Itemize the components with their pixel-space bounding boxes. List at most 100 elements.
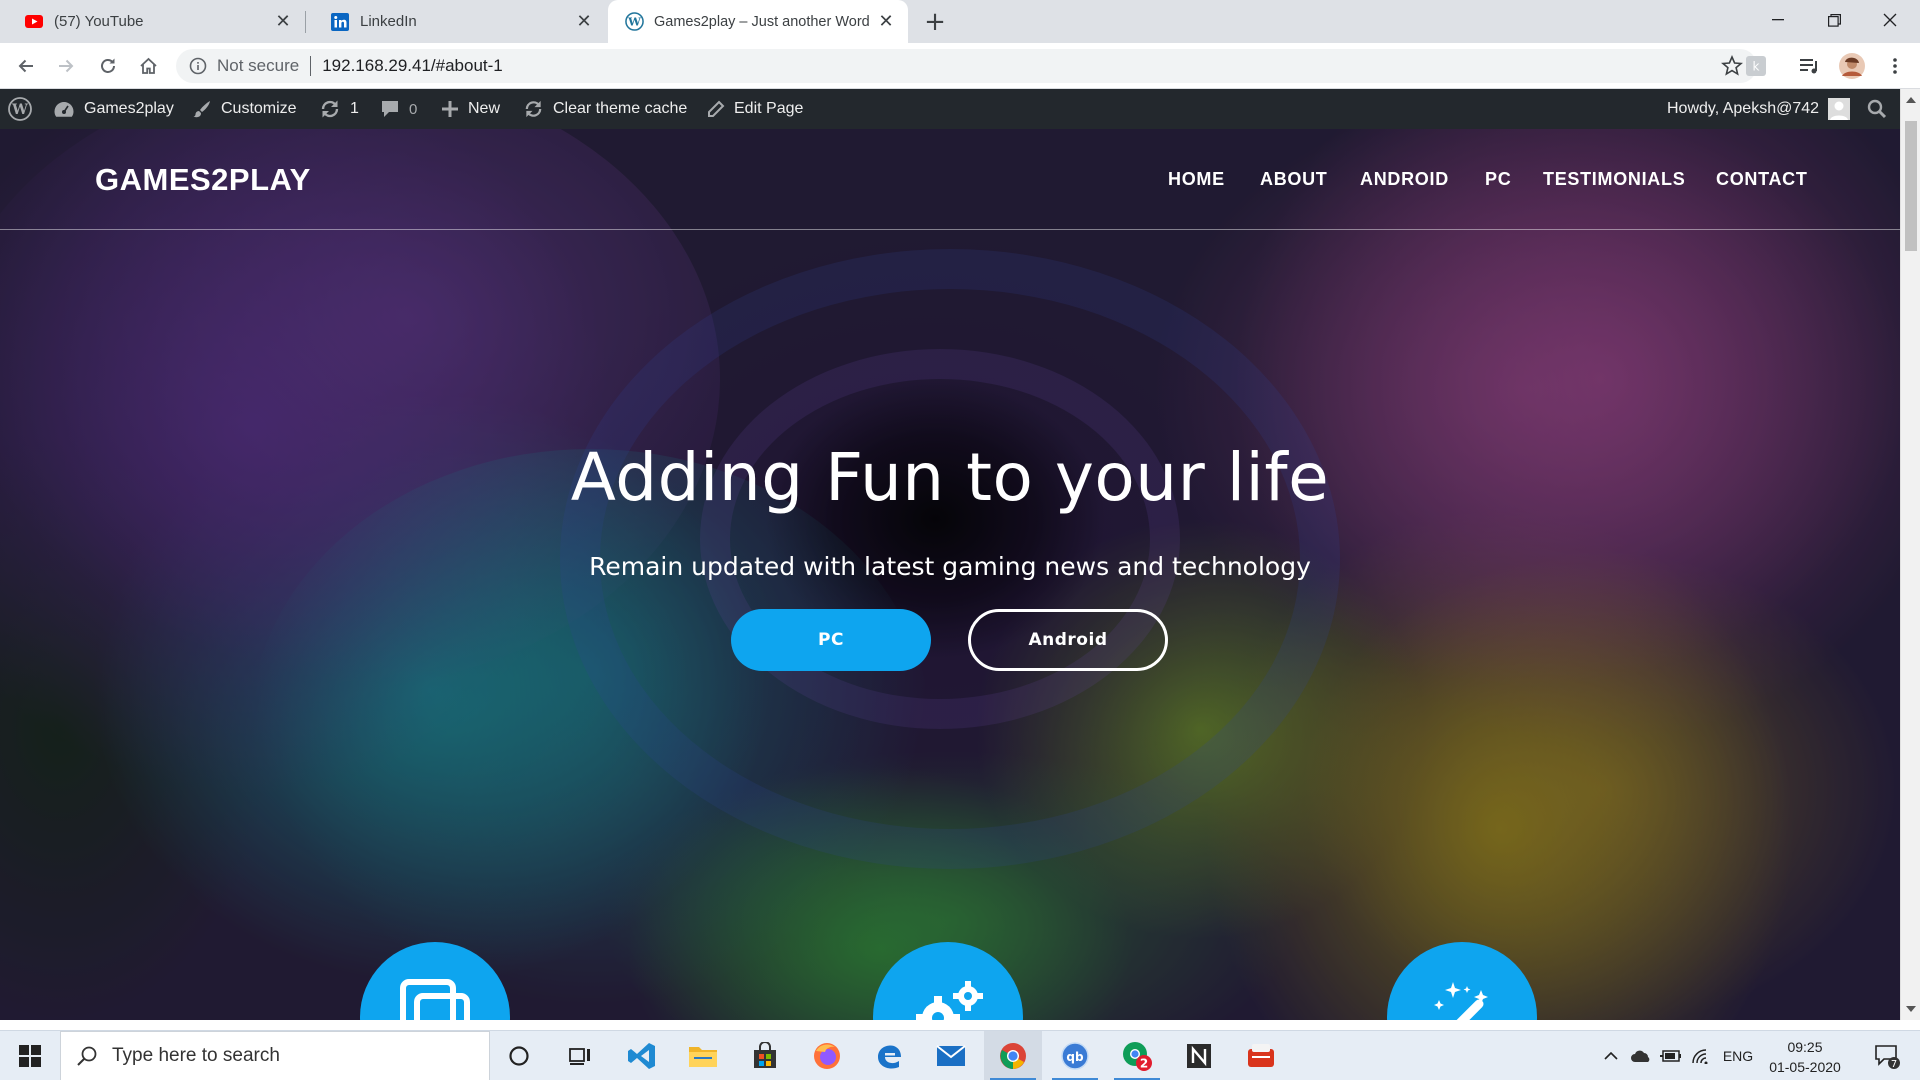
page-scrollbar[interactable] [1900,89,1920,1020]
svg-text:k: k [1753,60,1760,74]
media-queue-icon[interactable] [1797,53,1823,79]
store-icon[interactable] [736,1031,794,1080]
adminbar-account[interactable]: Howdy, Apeksh@742 [1667,89,1851,129]
gears-icon [908,978,988,1020]
edge-icon[interactable] [860,1031,918,1080]
minimize-button[interactable] [1750,0,1806,40]
notepad-icon[interactable] [1170,1031,1228,1080]
magic-wand-icon [1427,978,1497,1020]
address-bar[interactable]: Not secure 192.168.29.41/#about-1 [176,49,1757,83]
taskbar-clock[interactable]: 09:25 01-05-2020 [1760,1037,1850,1077]
adminbar-clear-cache[interactable]: Clear theme cache [523,89,687,129]
svg-text:W: W [11,102,28,118]
file-explorer-icon[interactable] [674,1031,732,1080]
app-icon[interactable] [1232,1031,1290,1080]
cortana-icon[interactable] [490,1031,548,1080]
clock-date: 01-05-2020 [1769,1059,1841,1075]
tab-title: LinkedIn [360,13,417,30]
petal-shape [700,349,1180,729]
bookmark-star-icon[interactable] [1721,54,1743,77]
mail-icon[interactable] [922,1031,980,1080]
scroll-down-arrow[interactable] [1906,1006,1916,1012]
plus-icon [441,100,459,118]
restore-button[interactable] [1806,0,1862,40]
search-icon [76,1045,98,1067]
forward-button[interactable] [50,50,82,82]
adminbar-site-name[interactable]: Games2play [53,89,174,129]
updates-count: 1 [350,100,359,117]
home-button[interactable] [132,50,164,82]
windows-logo-icon [19,1045,41,1067]
nav-pc[interactable]: PC [1485,169,1511,190]
tab-title: (57) YouTube [54,13,144,30]
vscode-icon[interactable] [613,1031,671,1080]
info-icon[interactable] [189,57,207,75]
adminbar-comments[interactable]: 0 [380,89,417,129]
browser-toolbar: Not secure 192.168.29.41/#about-1 k [0,43,1920,89]
feature-settings-circle[interactable] [873,942,1023,1020]
chrome-icon[interactable] [984,1031,1042,1080]
paintbrush-icon [192,99,212,119]
close-tab-icon[interactable]: ✕ [872,8,900,36]
back-button[interactable] [10,50,42,82]
firefox-icon[interactable] [798,1031,856,1080]
adminbar-new[interactable]: New [441,89,500,129]
wordpress-icon: W [624,12,644,32]
adminbar-updates[interactable]: 1 [319,89,359,129]
chrome-badge-icon[interactable]: 2 [1108,1031,1166,1080]
close-window-button[interactable] [1862,0,1918,40]
petal-shape [250,449,930,1009]
nav-home[interactable]: HOME [1168,169,1225,190]
search-placeholder: Type here to search [112,1045,280,1066]
taskbar-search[interactable]: Type here to search [60,1031,490,1080]
site-brand[interactable]: GAMES2PLAY [95,162,311,198]
url-text[interactable]: 192.168.29.41/#about-1 [322,56,503,76]
wifi-icon[interactable] [1686,1031,1716,1080]
page-viewport: W Games2play Customize 1 0 New Clear the… [0,89,1920,1020]
page-bottom-edge [0,1020,1920,1030]
android-button[interactable]: Android [968,609,1168,671]
scroll-up-arrow[interactable] [1906,97,1916,103]
svg-text:W: W [627,14,641,28]
hero-title: Adding Fun to your life [570,439,1330,516]
notification-count: 7 [1891,1059,1897,1069]
adminbar-edit-page[interactable]: Edit Page [706,89,803,129]
notification-center-icon[interactable]: 7 [1862,1031,1912,1080]
tab-games2play[interactable]: W Games2play – Just another Word ✕ [608,0,908,43]
site-header: GAMES2PLAY HOME ABOUT ANDROID PC TESTIMO… [0,129,1900,230]
battery-icon[interactable] [1656,1031,1686,1080]
nav-testimonials[interactable]: TESTIMONIALS [1543,169,1685,190]
close-tab-icon[interactable]: ✕ [570,8,598,36]
tab-youtube[interactable]: (57) YouTube ✕ [0,0,305,43]
petal-shape [1300,549,1900,1020]
onedrive-icon[interactable] [1626,1031,1656,1080]
adminbar-search-icon[interactable] [1867,89,1887,129]
feature-magic-circle[interactable] [1387,942,1537,1020]
extension-icon[interactable]: k [1743,53,1769,79]
adminbar-new-label: New [468,100,501,117]
feature-copy-circle[interactable] [360,942,510,1020]
profile-avatar[interactable] [1839,53,1865,79]
adminbar-site-label: Games2play [84,100,174,117]
dashboard-icon [53,100,75,118]
tab-title: Games2play – Just another Word [654,13,870,30]
language-indicator[interactable]: ENG [1716,1031,1760,1080]
adminbar-customize[interactable]: Customize [192,89,297,129]
tab-linkedin[interactable]: LinkedIn ✕ [306,0,606,43]
nav-android[interactable]: ANDROID [1360,169,1449,190]
scrollbar-thumb[interactable] [1905,121,1917,251]
new-tab-button[interactable]: + [920,7,950,37]
reload-button[interactable] [92,50,124,82]
wordpress-logo-icon[interactable]: W [8,89,32,129]
nav-contact[interactable]: CONTACT [1716,169,1808,190]
close-tab-icon[interactable]: ✕ [269,8,297,36]
qbittorrent-icon[interactable]: qb [1046,1031,1104,1080]
menu-kebab-icon[interactable] [1882,53,1908,79]
show-hidden-icons-chevron-icon[interactable] [1596,1031,1626,1080]
start-button[interactable] [0,1031,60,1080]
nav-about[interactable]: ABOUT [1260,169,1328,190]
pc-button[interactable]: PC [731,609,931,671]
refresh-icon [523,99,544,119]
youtube-icon [24,12,44,32]
task-view-icon[interactable] [551,1031,609,1080]
